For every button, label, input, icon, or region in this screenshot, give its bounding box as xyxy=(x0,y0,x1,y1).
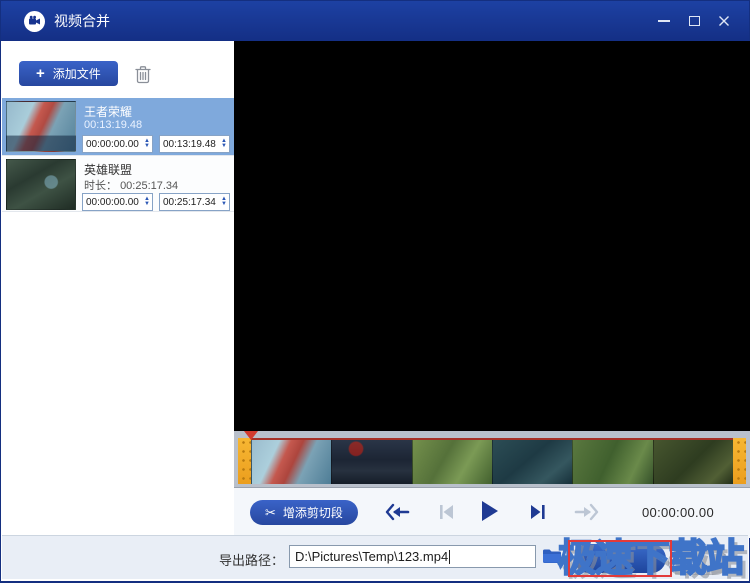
stepper: ▲ ▼ xyxy=(221,139,229,149)
export-path-input[interactable]: D:\Pictures\Temp\123.mp4 xyxy=(289,545,536,568)
file-duration: 时长： 00:25:17.34 xyxy=(84,177,178,193)
trim-end-value: 00:13:19.48 xyxy=(163,139,216,150)
add-file-label: 添加文件 xyxy=(53,65,101,82)
play-icon xyxy=(478,499,500,523)
spin-down-button[interactable]: ▼ xyxy=(144,202,150,207)
export-path-value: D:\Pictures\Temp\123.mp4 xyxy=(295,549,448,564)
trim-inputs: 00:00:00.00 ▲ ▼ 00:13:19.48 ▲ ▼ xyxy=(82,135,230,153)
plus-icon: + xyxy=(36,66,45,81)
file-name: 王者荣耀 xyxy=(84,103,132,120)
export-bar: 导出路径： D:\Pictures\Temp\123.mp4 极速下载站 xyxy=(2,535,748,579)
timeline xyxy=(234,431,750,488)
trim-start-value: 00:00:00.00 xyxy=(86,139,139,150)
window-controls xyxy=(649,1,739,41)
player-controls: ✂ 增添剪切段 00:00:00.00 xyxy=(234,488,750,538)
text-caret xyxy=(449,550,450,564)
add-file-button[interactable]: + 添加文件 xyxy=(19,61,118,86)
video-thumbnail xyxy=(6,159,76,210)
trash-icon xyxy=(134,64,152,84)
timeline-strip xyxy=(238,438,746,484)
titlebar: 视频合并 xyxy=(1,1,749,41)
app-window: 视频合并 + 添加文件 王者荣耀 00:13:19.48 xyxy=(0,0,750,583)
file-name: 英雄联盟 xyxy=(84,161,132,178)
timeline-thumbnail xyxy=(653,440,733,484)
stepper: ▲ ▼ xyxy=(144,197,152,207)
minimize-button[interactable] xyxy=(649,1,679,41)
trim-end-input[interactable]: 00:13:19.48 ▲ ▼ xyxy=(159,135,230,153)
previous-frame-icon xyxy=(436,503,456,521)
duration-prefix: 时长： xyxy=(84,180,117,192)
file-list: 王者荣耀 00:13:19.48 00:00:00.00 ▲ ▼ 00:13:1… xyxy=(2,98,234,212)
timeline-thumbnail xyxy=(572,440,652,484)
trim-end-value: 00:25:17.34 xyxy=(163,197,216,208)
timeline-thumbnail xyxy=(492,440,572,484)
scissors-icon: ✂ xyxy=(265,506,276,519)
export-path-label: 导出路径： xyxy=(219,550,284,569)
file-toolbar: + 添加文件 xyxy=(2,41,234,91)
duration-value: 00:25:17.34 xyxy=(120,180,178,192)
window-title: 视频合并 xyxy=(54,11,110,31)
maximize-button[interactable] xyxy=(679,1,709,41)
trim-start-input[interactable]: 00:00:00.00 ▲ ▼ xyxy=(82,135,153,153)
trim-end-input[interactable]: 00:25:17.34 ▲ ▼ xyxy=(159,193,230,211)
start-merge-button[interactable] xyxy=(574,544,666,573)
file-duration: 00:13:19.48 xyxy=(84,119,142,131)
spin-down-button[interactable]: ▼ xyxy=(221,202,227,207)
timeline-thumbnails xyxy=(251,438,733,484)
trim-handle-right[interactable] xyxy=(733,438,746,484)
timeline-thumbnail xyxy=(412,440,492,484)
folder-icon xyxy=(542,548,562,564)
delete-files-button[interactable] xyxy=(134,64,152,84)
previous-frame-button[interactable] xyxy=(436,503,456,521)
spin-down-button[interactable]: ▼ xyxy=(144,144,150,149)
time-display: 00:00:00.00 xyxy=(642,505,714,520)
browse-folder-button[interactable] xyxy=(542,548,562,564)
timeline-thumbnail xyxy=(251,440,331,484)
close-button[interactable] xyxy=(709,1,739,41)
jump-to-end-icon xyxy=(574,502,600,522)
secondary-button[interactable] xyxy=(668,550,728,575)
jump-to-end-button[interactable] xyxy=(574,502,600,522)
trim-inputs: 00:00:00.00 ▲ ▼ 00:25:17.34 ▲ ▼ xyxy=(82,193,230,211)
minimize-icon xyxy=(658,20,670,22)
video-camera-icon xyxy=(24,11,45,32)
next-frame-icon xyxy=(528,503,548,521)
play-button[interactable] xyxy=(478,499,500,523)
spin-down-button[interactable]: ▼ xyxy=(221,144,227,149)
add-cut-segment-button[interactable]: ✂ 增添剪切段 xyxy=(250,500,358,525)
close-icon xyxy=(718,15,730,27)
playhead-marker[interactable] xyxy=(244,431,258,447)
jump-to-start-icon xyxy=(384,502,410,522)
trim-start-value: 00:00:00.00 xyxy=(86,197,139,208)
video-preview xyxy=(234,41,750,431)
maximize-icon xyxy=(689,16,700,26)
next-frame-button[interactable] xyxy=(528,503,548,521)
file-list-panel: + 添加文件 王者荣耀 00:13:19.48 00:00:00.00 ▲ ▼ xyxy=(2,41,234,538)
jump-to-start-button[interactable] xyxy=(384,502,410,522)
timeline-thumbnail xyxy=(331,440,411,484)
video-thumbnail xyxy=(6,101,76,152)
file-list-item[interactable]: 英雄联盟 时长： 00:25:17.34 00:00:00.00 ▲ ▼ 00:… xyxy=(2,155,234,212)
add-cut-segment-label: 增添剪切段 xyxy=(283,504,343,521)
stepper: ▲ ▼ xyxy=(144,139,152,149)
trim-start-input[interactable]: 00:00:00.00 ▲ ▼ xyxy=(82,193,153,211)
file-list-item[interactable]: 王者荣耀 00:13:19.48 00:00:00.00 ▲ ▼ 00:13:1… xyxy=(2,98,234,155)
stepper: ▲ ▼ xyxy=(221,197,229,207)
